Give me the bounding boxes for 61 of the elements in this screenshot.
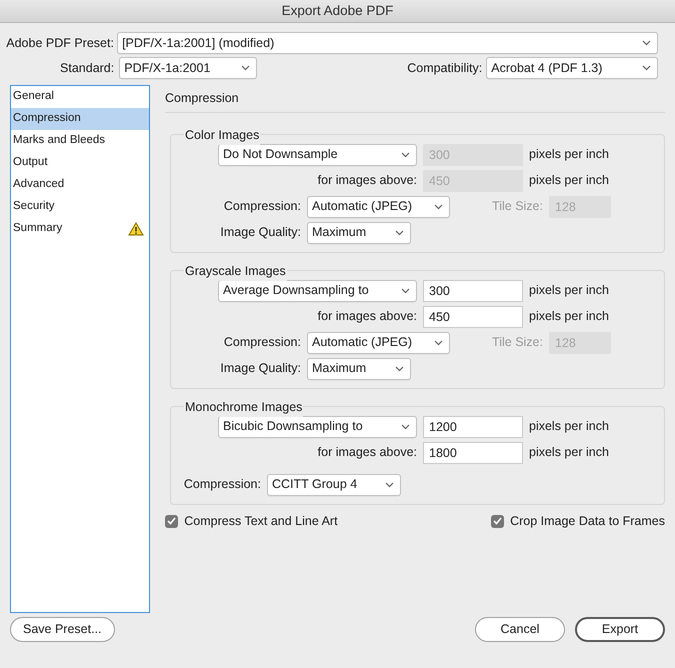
dropdown[interactable]: Automatic (JPEG) [307,196,450,218]
unit-label: pixels per inch [529,146,609,164]
sidebar-item[interactable]: Advanced [11,174,149,196]
field-label: for images above: [316,172,417,190]
chevron-icon [642,65,652,71]
dropdown[interactable]: [PDF/X-1a:2001] (modified) [117,32,658,54]
dropdown[interactable]: Do Not Downsample [218,144,417,166]
unit-label: pixels per inch [529,282,609,300]
field-label: Tile Size: [491,334,543,352]
chevron-icon [401,288,410,294]
dropdown[interactable]: Average Downsampling to [218,280,417,302]
field-label: Image Quality: [219,360,301,378]
input-field[interactable]: 450 [423,306,523,328]
field-label: for images above: [316,308,417,326]
chevron-icon [395,366,404,372]
field-label: Adobe PDF Preset: [6,34,114,52]
unit-label: pixels per inch [529,444,609,462]
input-field[interactable]: 1800 [423,442,523,464]
window-title: Export Adobe PDF [282,2,394,20]
section-title: Compression [165,90,239,107]
chevron-icon [401,152,410,158]
sidebar-item[interactable]: Security [11,196,149,218]
field-label: Compression: [222,198,301,216]
sidebar-item[interactable]: Summary [11,218,149,240]
checkbox[interactable] [165,514,178,528]
dropdown[interactable]: PDF/X-1a:2001 [119,57,258,79]
checkbox[interactable] [490,514,504,528]
sidebar-item[interactable]: Marks and Bleeds [11,130,149,152]
field-label: for images above: [316,444,417,462]
unit-label: pixels per inch [529,172,609,190]
field-label: Image Quality: [219,224,301,242]
sidebar-item[interactable]: Output [11,152,149,174]
chevron-icon [434,340,443,346]
chevron-icon [434,204,443,210]
checkbox-label: Compress Text and Line Art [184,512,338,530]
chevron-icon [385,482,394,488]
field-label: Tile Size: [491,198,543,216]
chevron-icon [395,230,404,236]
chevron-icon [401,424,410,430]
unit-label: pixels per inch [529,308,609,326]
chevron-icon [241,65,250,71]
field-label: Standard: [59,60,114,77]
sidebar-item[interactable]: Compression [11,108,149,130]
dropdown[interactable]: Acrobat 4 (PDF 1.3) [486,57,658,79]
checkbox-label: Crop Image Data to Frames [510,512,665,530]
dialog-button[interactable]: Export [575,617,665,642]
dropdown[interactable]: Bicubic Downsampling to [218,416,417,438]
chevron-icon [642,40,652,46]
field-label: Compression: [222,334,301,352]
field-label: Compression: [182,476,261,494]
input-field[interactable]: 300 [423,280,523,302]
dialog-button[interactable]: Cancel [475,617,565,642]
dropdown[interactable]: CCITT Group 4 [267,474,401,496]
input-field[interactable]: 1200 [423,416,523,438]
unit-label: pixels per inch [529,418,609,436]
dropdown[interactable]: Automatic (JPEG) [307,332,450,354]
dropdown[interactable]: Maximum [307,358,411,380]
dropdown[interactable]: Maximum [307,222,411,244]
dialog-button[interactable]: Save Preset... [10,617,115,642]
sidebar-item[interactable]: General [11,86,149,108]
field-label: Compatibility: [406,60,482,77]
